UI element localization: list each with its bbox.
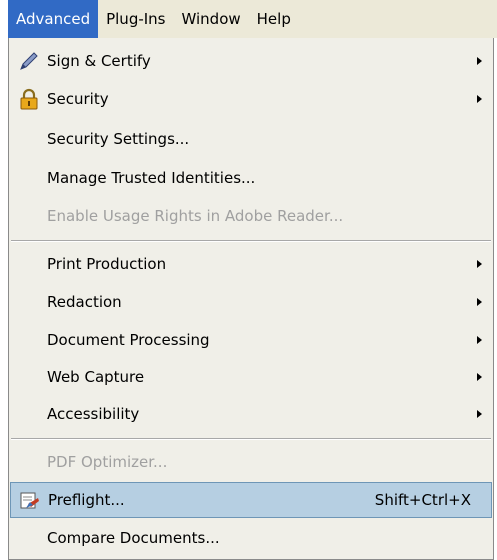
menu-item-label: Security	[47, 90, 109, 108]
submenu-arrow-icon	[477, 260, 482, 268]
menu-item-print-production[interactable]: Print Production	[10, 246, 492, 282]
menu-item-label: Security Settings...	[47, 130, 190, 148]
shortcut-label: Shift+Ctrl+X	[374, 491, 471, 509]
menu-item-document-processing[interactable]: Document Processing	[10, 322, 492, 358]
menu-item-pdf-optimizer: PDF Optimizer...	[10, 444, 492, 480]
menu-item-security-settings[interactable]: Security Settings...	[10, 121, 492, 157]
menu-item-label: Web Capture	[47, 368, 145, 386]
menu-item-redaction[interactable]: Redaction	[10, 284, 492, 320]
menu-separator	[11, 240, 491, 242]
advanced-dropdown-menu: Sign & Certify Security Security Setting…	[8, 38, 494, 560]
menu-item-sign-certify[interactable]: Sign & Certify	[10, 43, 492, 79]
menu-item-label: Compare Documents...	[47, 529, 220, 547]
menu-item-label: Redaction	[47, 293, 122, 311]
menu-item-accessibility[interactable]: Accessibility	[10, 396, 492, 432]
menu-item-label: Sign & Certify	[47, 52, 151, 70]
menu-item-label: Accessibility	[47, 405, 140, 423]
menu-item-label: Preflight...	[48, 491, 125, 509]
menu-item-security[interactable]: Security	[10, 81, 492, 117]
menubar-advanced[interactable]: Advanced	[8, 0, 99, 38]
pen-icon	[18, 50, 40, 72]
menu-item-compare-documents[interactable]: Compare Documents...	[10, 520, 492, 556]
menubar-help[interactable]: Help	[249, 0, 299, 38]
lock-icon	[18, 88, 40, 110]
menu-item-enable-usage-rights: Enable Usage Rights in Adobe Reader...	[10, 198, 492, 234]
submenu-arrow-icon	[477, 95, 482, 103]
submenu-arrow-icon	[477, 298, 482, 306]
menu-item-label: Print Production	[47, 255, 167, 273]
menu-item-web-capture[interactable]: Web Capture	[10, 359, 492, 395]
menu-item-label: Manage Trusted Identities...	[47, 169, 256, 187]
menubar-plugins[interactable]: Plug-Ins	[98, 0, 173, 38]
menu-bar: Advanced Plug-Ins Window Help	[8, 0, 497, 38]
menu-item-label: PDF Optimizer...	[47, 453, 168, 471]
submenu-arrow-icon	[477, 57, 482, 65]
menubar-window[interactable]: Window	[174, 0, 249, 38]
submenu-arrow-icon	[477, 373, 482, 381]
submenu-arrow-icon	[477, 336, 482, 344]
menu-item-label: Enable Usage Rights in Adobe Reader...	[47, 207, 344, 225]
menu-item-preflight[interactable]: Preflight... Shift+Ctrl+X	[10, 482, 492, 518]
menu-item-label: Document Processing	[47, 331, 210, 349]
menu-separator	[11, 438, 491, 440]
submenu-arrow-icon	[477, 410, 482, 418]
preflight-icon	[19, 490, 41, 512]
menu-item-manage-trusted-identities[interactable]: Manage Trusted Identities...	[10, 160, 492, 196]
